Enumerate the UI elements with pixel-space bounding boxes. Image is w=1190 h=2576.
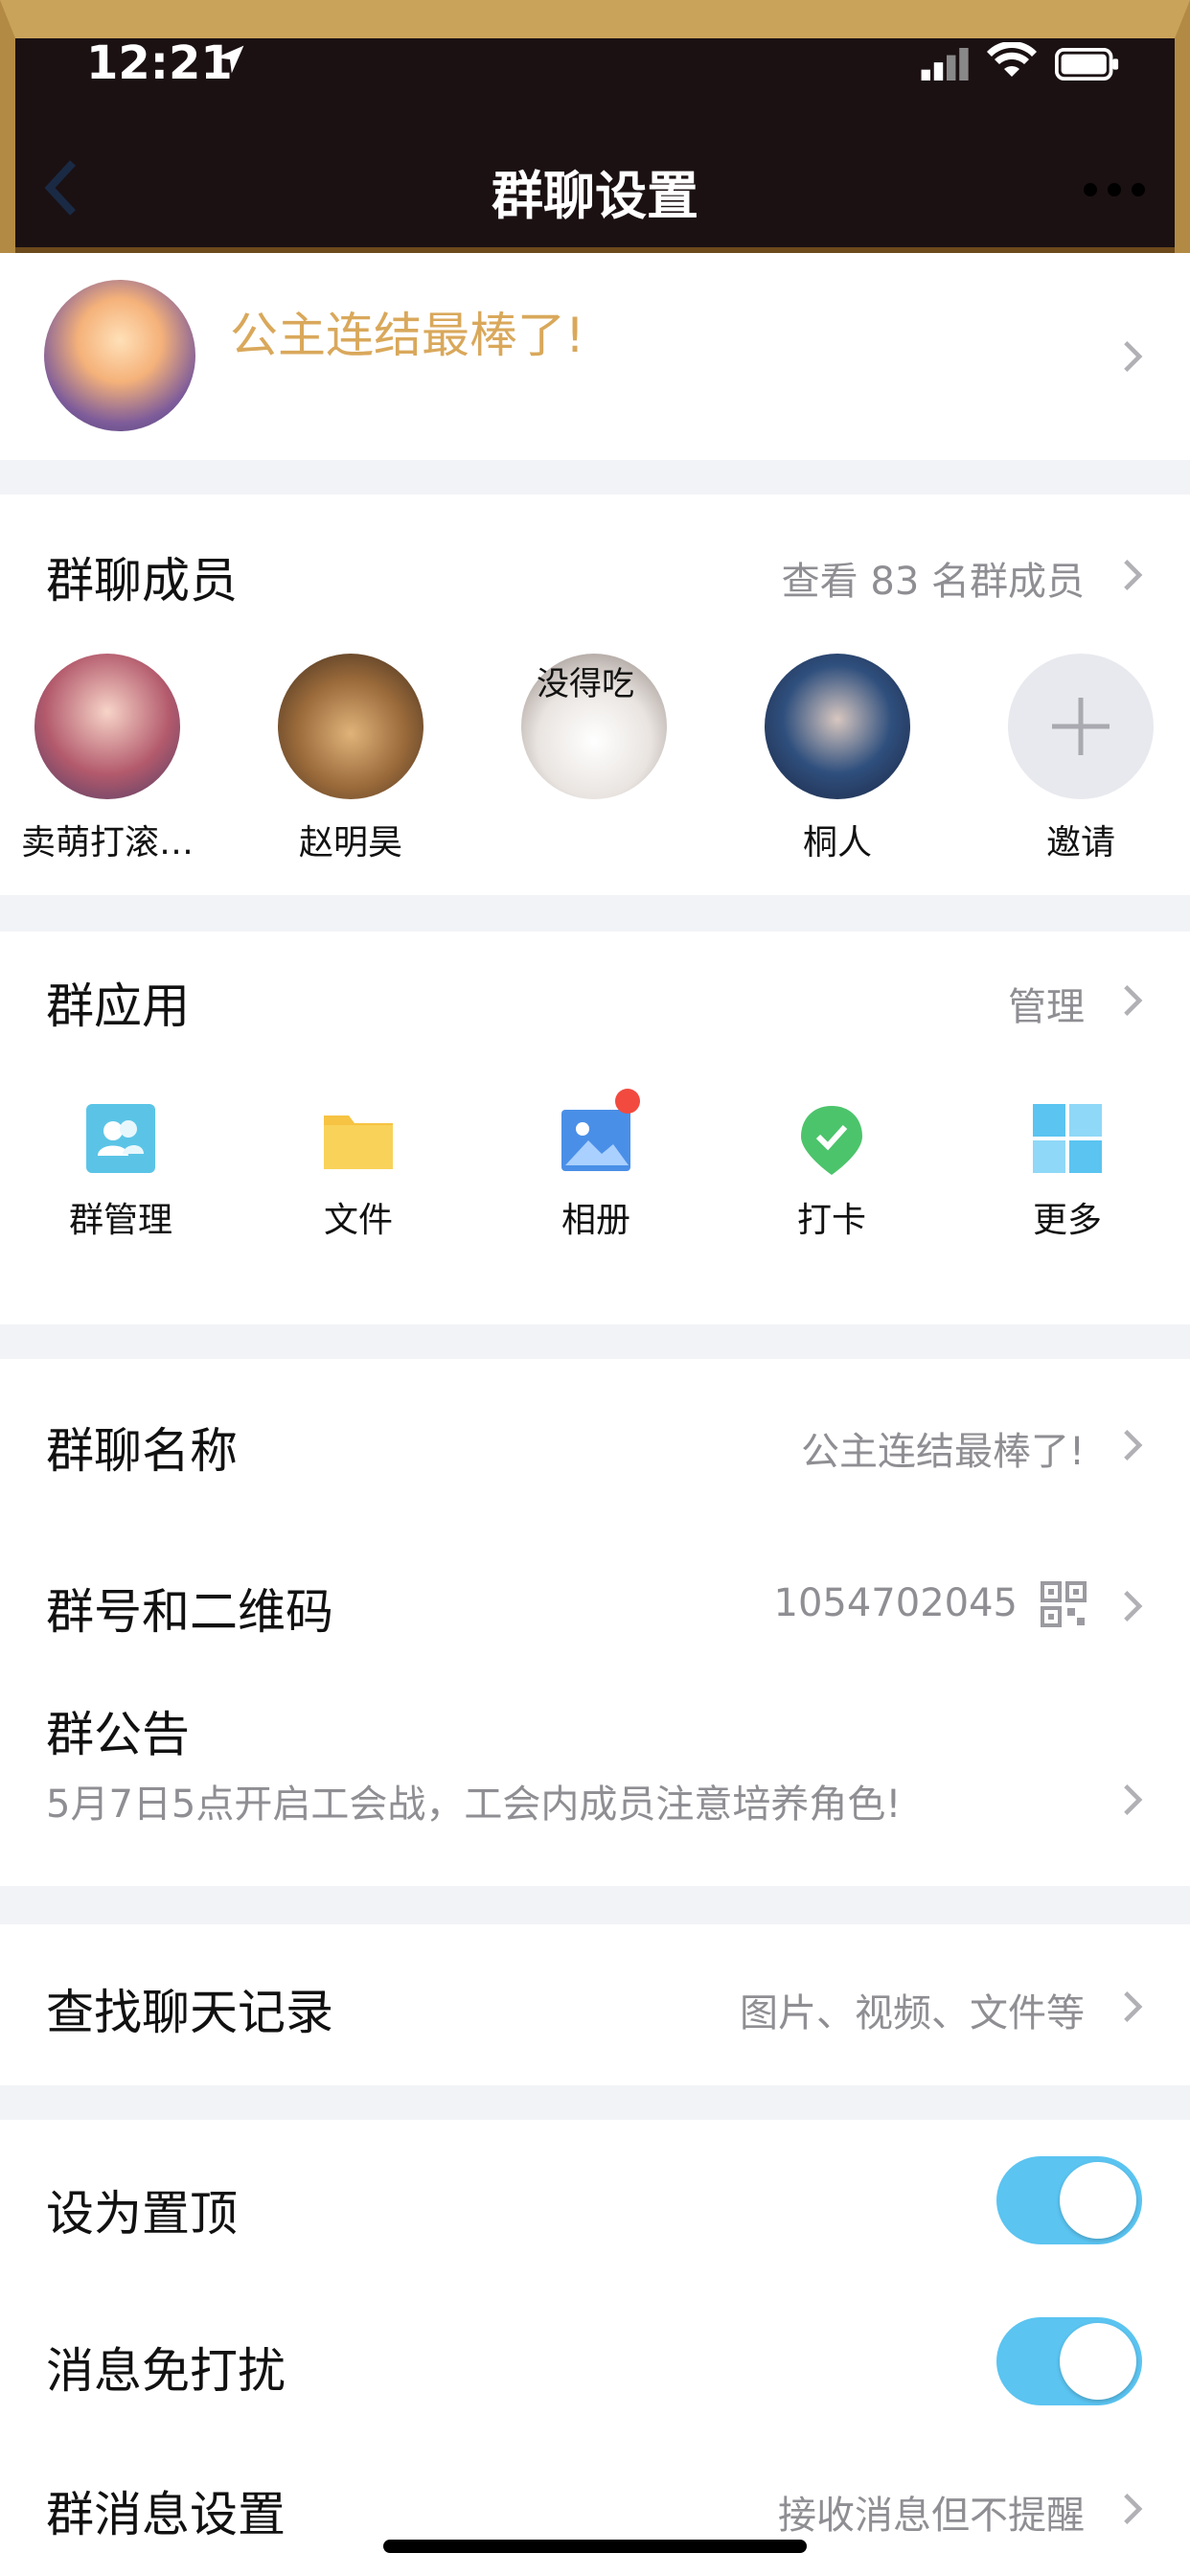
more-icon[interactable] [1081, 180, 1148, 199]
chevron-right-icon [1124, 560, 1143, 590]
group-id-value: 1054702045 [773, 1581, 1018, 1625]
app-label: 群管理 [68, 1201, 172, 1240]
chevron-right-icon [1124, 341, 1143, 372]
add-icon [1008, 654, 1154, 799]
avatar [34, 654, 180, 799]
search-history-hint: 图片、视频、文件等 [740, 1991, 1085, 2036]
chevron-right-icon [1124, 1430, 1143, 1460]
group-notice-text: 5月7日5点开启工会战，工会内成员注意培养角色! [46, 1782, 902, 1827]
group-name: 公主连结最棒了! [230, 308, 585, 363]
chevron-right-icon [1124, 1991, 1143, 2022]
battery-icon [1055, 48, 1119, 80]
avatar-caption: 没得吃 [537, 665, 634, 703]
group-apps-section: 群应用 管理 群管理 文件 相册 打卡 更多 [0, 932, 1190, 1324]
search-history-row[interactable]: 查找聊天记录 图片、视频、文件等 [0, 1924, 1190, 2085]
pin-toggle[interactable] [996, 2156, 1142, 2244]
apps-title: 群应用 [46, 978, 190, 1034]
group-notice-row[interactable]: 群公告 5月7日5点开启工会战，工会内成员注意培养角色! [0, 1681, 1190, 1886]
status-time: 12:21 [86, 36, 233, 90]
app-files[interactable]: 文件 [263, 1102, 454, 1242]
group-name-row[interactable]: 群聊名称 公主连结最棒了! [0, 1359, 1190, 1520]
avatar [765, 654, 910, 799]
chevron-right-icon [1124, 985, 1143, 1016]
group-notice-label: 群公告 [46, 1707, 190, 1762]
group-id-row[interactable]: 群号和二维码 1054702045 [0, 1520, 1190, 1681]
member-name: 桐人 [802, 823, 872, 862]
app-label: 相册 [561, 1201, 630, 1240]
pin-row: 设为置顶 [0, 2120, 1190, 2281]
member-item[interactable]: 桐人 [742, 654, 933, 864]
qr-code-icon [1041, 1581, 1087, 1627]
checkin-icon [795, 1102, 868, 1175]
message-settings-label: 群消息设置 [46, 2487, 286, 2542]
mute-label: 消息免打扰 [46, 2343, 286, 2399]
members-title: 群聊成员 [46, 553, 238, 609]
status-bar: 12:21 [0, 0, 1190, 125]
invite-label: 邀请 [1045, 823, 1115, 862]
pin-label: 设为置顶 [46, 2186, 238, 2242]
grid-more-icon [1031, 1102, 1104, 1175]
group-manage-icon [84, 1102, 157, 1175]
group-name-label: 群聊名称 [46, 1423, 238, 1479]
member-name: 赵明昊 [298, 823, 402, 862]
member-item[interactable]: 赵明昊 [255, 654, 446, 864]
album-icon [560, 1089, 640, 1175]
member-name: 卖萌打滚… [20, 823, 194, 862]
mute-toggle[interactable] [996, 2317, 1142, 2405]
chevron-right-icon [1124, 2494, 1143, 2524]
group-profile-row[interactable]: 公主连结最棒了! [0, 253, 1190, 460]
avatar [278, 654, 423, 799]
app-label: 文件 [323, 1201, 393, 1240]
app-album[interactable]: 相册 [500, 1089, 692, 1242]
signal-icon [921, 48, 969, 80]
apps-manage-link[interactable]: 管理 [1008, 976, 1085, 1031]
member-item[interactable]: 卖萌打滚… [11, 654, 203, 864]
search-history-label: 查找聊天记录 [46, 1985, 333, 2040]
app-checkin[interactable]: 打卡 [736, 1102, 927, 1242]
folder-icon [322, 1102, 395, 1175]
chevron-right-icon [1124, 1591, 1143, 1622]
page-title: 群聊设置 [492, 166, 698, 226]
group-id-label: 群号和二维码 [46, 1584, 333, 1640]
home-indicator [383, 2540, 807, 2553]
message-settings-value: 接收消息但不提醒 [778, 2494, 1085, 2538]
group-avatar[interactable] [44, 280, 195, 431]
settings-section: 设为置顶 消息免打扰 群消息设置 接收消息但不提醒 [0, 2120, 1190, 2576]
invite-member-button[interactable]: 邀请 [985, 654, 1177, 864]
location-arrow-icon [216, 45, 244, 74]
view-all-members-link[interactable]: 查看 83 名群成员 [782, 550, 1085, 606]
notification-dot [615, 1089, 640, 1114]
app-group-manage[interactable]: 群管理 [25, 1102, 217, 1242]
app-label: 打卡 [796, 1201, 866, 1240]
toggle-knob [1060, 2323, 1136, 2400]
group-name-value: 公主连结最棒了! [800, 1430, 1085, 1474]
group-info-section: 群聊名称 公主连结最棒了! 群号和二维码 1054702045 群公告 5月7日… [0, 1359, 1190, 1886]
app-label: 更多 [1032, 1201, 1102, 1240]
toggle-knob [1060, 2162, 1136, 2239]
app-more[interactable]: 更多 [972, 1102, 1163, 1242]
message-settings-row[interactable]: 群消息设置 接收消息但不提醒 [0, 2442, 1190, 2576]
chevron-right-icon [1124, 1784, 1143, 1815]
mute-row: 消息免打扰 [0, 2281, 1190, 2442]
wifi-icon [987, 42, 1037, 77]
